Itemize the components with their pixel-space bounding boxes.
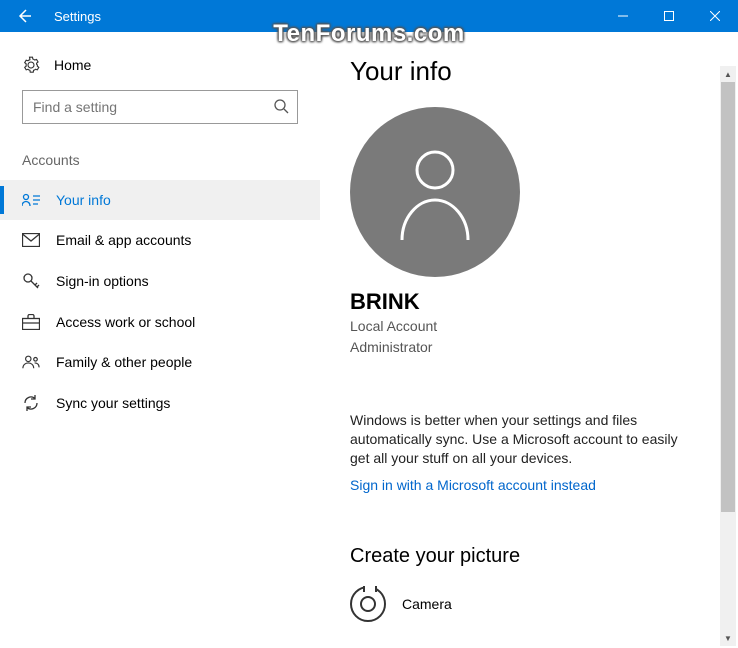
key-icon: [22, 272, 40, 290]
search-input[interactable]: [33, 99, 273, 115]
arrow-left-icon: [16, 8, 32, 24]
titlebar: Settings: [0, 0, 738, 32]
nav-email-accounts[interactable]: Email & app accounts: [0, 220, 320, 260]
signin-ms-account-link[interactable]: Sign in with a Microsoft account instead: [350, 477, 718, 493]
minimize-icon: [618, 11, 628, 21]
camera-label: Camera: [402, 596, 452, 612]
people-icon: [22, 354, 40, 370]
mail-icon: [22, 233, 40, 247]
nav-label: Family & other people: [56, 354, 192, 370]
scroll-down-arrow[interactable]: ▼: [720, 630, 736, 646]
create-picture-title: Create your picture: [350, 545, 718, 568]
camera-icon: [350, 586, 386, 622]
scrollbar-thumb[interactable]: [721, 82, 735, 512]
avatar[interactable]: [350, 107, 520, 277]
account-type-line1: Local Account: [350, 317, 718, 336]
close-button[interactable]: [692, 0, 738, 32]
page-title: Your info: [350, 56, 718, 87]
scrollbar[interactable]: ▲ ▼: [720, 66, 736, 646]
briefcase-icon: [22, 314, 40, 330]
nav-family[interactable]: Family & other people: [0, 342, 320, 382]
home-label: Home: [54, 57, 91, 73]
nav-label: Access work or school: [56, 314, 195, 330]
gear-icon: [22, 56, 40, 74]
maximize-button[interactable]: [646, 0, 692, 32]
sync-message: Windows is better when your settings and…: [350, 411, 690, 468]
nav-label: Email & app accounts: [56, 232, 191, 248]
back-button[interactable]: [0, 0, 48, 32]
nav-label: Sign-in options: [56, 273, 149, 289]
minimize-button[interactable]: [600, 0, 646, 32]
account-type-line2: Administrator: [350, 338, 718, 357]
camera-option[interactable]: Camera: [350, 586, 718, 622]
sync-icon: [22, 394, 40, 412]
category-label: Accounts: [0, 148, 320, 180]
sidebar: Home Accounts Your info Email & app acco…: [0, 32, 320, 648]
nav-your-info[interactable]: Your info: [0, 180, 320, 220]
scroll-up-arrow[interactable]: ▲: [720, 66, 736, 82]
nav-label: Sync your settings: [56, 395, 170, 411]
nav-work-school[interactable]: Access work or school: [0, 302, 320, 342]
nav-signin-options[interactable]: Sign-in options: [0, 260, 320, 302]
home-link[interactable]: Home: [0, 50, 320, 90]
maximize-icon: [664, 11, 674, 21]
search-box[interactable]: [22, 90, 298, 124]
window-title: Settings: [48, 9, 101, 24]
close-icon: [710, 11, 720, 21]
person-icon: [390, 142, 480, 242]
nav-sync[interactable]: Sync your settings: [0, 382, 320, 424]
search-icon: [273, 98, 289, 117]
person-card-icon: [22, 192, 40, 208]
username: BRINK: [350, 289, 718, 315]
nav-label: Your info: [56, 192, 111, 208]
main-panel: Your info BRINK Local Account Administra…: [320, 32, 738, 648]
